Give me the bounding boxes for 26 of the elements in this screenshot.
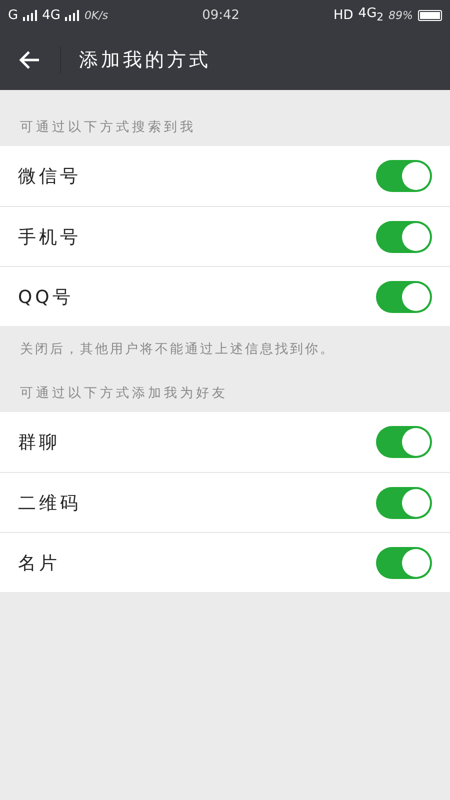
section-title: 可通过以下方式搜索到我 <box>19 119 197 137</box>
battery-percent: 89% <box>388 8 413 22</box>
speed-text: 0K/s <box>84 8 108 22</box>
toggle-switch[interactable] <box>376 546 432 578</box>
sim-label: G <box>8 8 18 22</box>
toggle-switch[interactable] <box>376 160 432 192</box>
hd-label: HD <box>334 8 354 22</box>
network-label: 4G <box>42 8 60 22</box>
page-title: 添加我的方式 <box>79 48 211 73</box>
toggle-switch[interactable] <box>376 426 432 458</box>
setting-label: QQ号 <box>18 286 74 308</box>
signal-icon <box>65 10 80 20</box>
setting-label: 名片 <box>18 552 61 574</box>
setting-label: 微信号 <box>18 165 82 188</box>
signal-icon <box>23 10 38 20</box>
toggle-switch[interactable] <box>376 280 432 312</box>
setting-label: 二维码 <box>18 492 82 514</box>
clock: 09:42 <box>201 8 241 22</box>
section-title: 可通过以下方式添加我为好友 <box>19 385 229 403</box>
setting-label: 群聊 <box>18 431 61 454</box>
toggle-switch[interactable] <box>376 220 432 252</box>
setting-label: 手机号 <box>18 226 82 248</box>
note-text: 关闭后，其他用户将不能通过上述信息找到你。 <box>19 341 336 358</box>
network-label: 4G$_{2}$ <box>358 6 384 24</box>
toggle-switch[interactable] <box>376 486 432 518</box>
battery-icon <box>418 10 442 20</box>
